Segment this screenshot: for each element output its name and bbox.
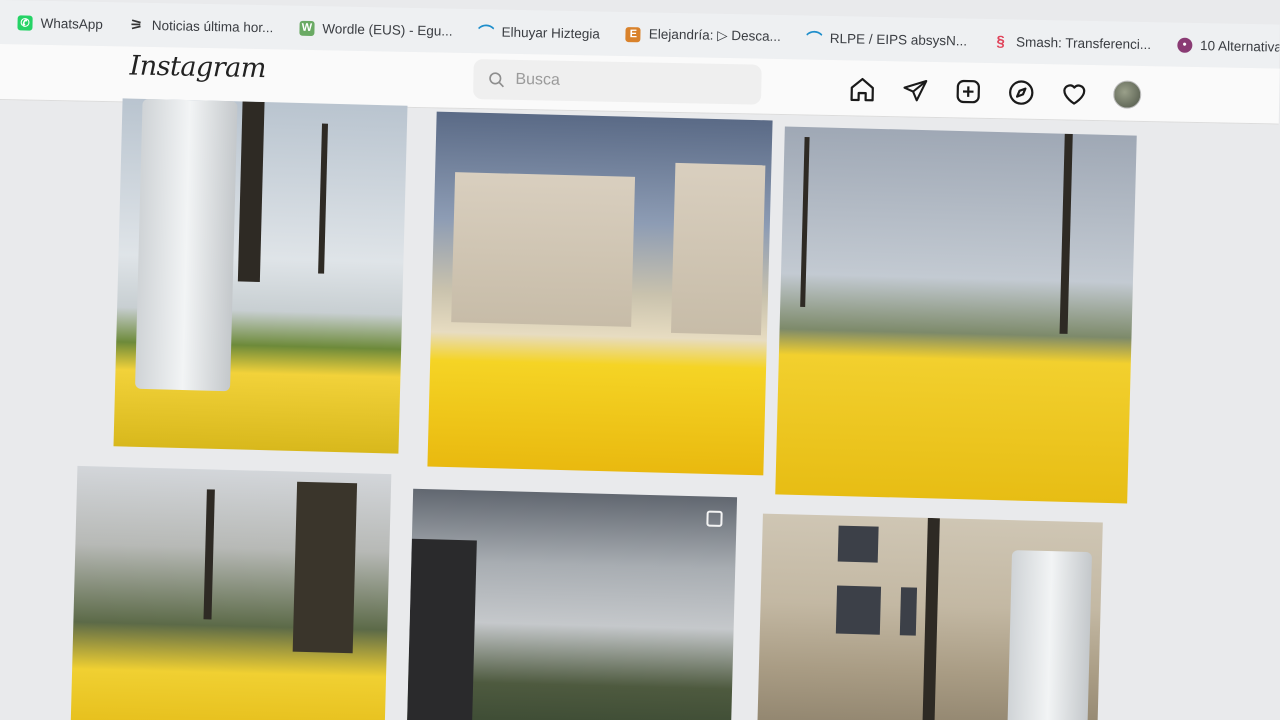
bookmark-whatsapp[interactable]: ✆ WhatsApp — [5, 8, 117, 38]
pin-icon: • — [1176, 37, 1193, 53]
bookmark-label: Elejandría: ▷ Desca... — [648, 26, 781, 44]
explore-icon — [1009, 80, 1034, 105]
bookmark-label: RLPE / EIPS absysN... — [829, 30, 968, 49]
smash-icon: § — [996, 32, 1005, 50]
explore-button[interactable] — [1006, 77, 1037, 108]
post-thumbnail[interactable] — [775, 126, 1137, 504]
fountain-statue — [135, 98, 238, 392]
fountain-statue — [1006, 550, 1093, 720]
send-icon — [903, 80, 928, 102]
search-icon — [489, 72, 504, 88]
building — [670, 162, 766, 336]
bookmark-noticias[interactable]: ⚞ Noticias última hor... — [117, 10, 288, 41]
statue-silhouette — [406, 538, 477, 720]
post-thumbnail[interactable] — [113, 98, 408, 454]
nav-icons — [847, 74, 1143, 110]
search-input[interactable] — [515, 70, 736, 94]
bookmark-smash[interactable]: § Smash: Transferenci... — [981, 27, 1166, 59]
direct-button[interactable] — [900, 75, 931, 106]
bookmark-label: Noticias última hor... — [151, 17, 274, 35]
heart-icon — [1063, 84, 1086, 105]
new-post-button[interactable] — [953, 76, 984, 107]
avatar — [1112, 80, 1142, 109]
post-thumbnail[interactable] — [406, 488, 738, 720]
bookmark-label: Smash: Transferenci... — [1015, 34, 1152, 52]
tree-trunk — [922, 517, 940, 720]
home-button[interactable] — [847, 74, 878, 105]
tree-trunk — [1059, 133, 1073, 334]
multiple-posts-icon — [706, 510, 723, 527]
tree-trunk — [203, 489, 215, 620]
bookmark-wordle[interactable]: W Wordle (EUS) - Egu... — [287, 14, 467, 45]
bookmark-label: WhatsApp — [40, 15, 103, 32]
bookmark-label: 10 Alternativas A Vi... — [1199, 37, 1280, 55]
search-box[interactable] — [473, 59, 762, 105]
book-icon: E — [625, 26, 642, 42]
building-window — [837, 525, 879, 563]
whatsapp-icon: ✆ — [17, 14, 33, 31]
post-thumbnail[interactable] — [757, 513, 1103, 720]
profile-button[interactable] — [1112, 79, 1143, 110]
bookmark-rlpe[interactable]: ⌒ RLPE / EIPS absysN... — [795, 23, 982, 55]
new-post-icon — [956, 79, 980, 104]
tree-trunk — [237, 101, 265, 282]
post-thumbnail[interactable] — [70, 465, 392, 720]
home-icon — [850, 77, 874, 102]
arc-icon: ⌒ — [477, 25, 495, 43]
bookmark-elejandria[interactable]: E Elejandría: ▷ Desca... — [614, 20, 795, 51]
bookmark-elhuyar[interactable]: ⌒ Elhuyar Hiztegia — [466, 17, 614, 48]
rss-icon: ⚞ — [129, 16, 143, 33]
tree-trunk — [800, 136, 810, 308]
building-window — [835, 585, 882, 635]
bookmark-label: Wordle (EUS) - Egu... — [322, 20, 453, 39]
bookmark-label: Elhuyar Hiztegia — [501, 24, 601, 42]
tree-trunk — [292, 481, 358, 654]
instagram-logo[interactable]: Instagram — [129, 50, 266, 84]
bookmark-alternativas[interactable]: • 10 Alternativas A Vi... — [1165, 30, 1280, 61]
arc-icon: ⌒ — [806, 31, 823, 49]
activity-button[interactable] — [1059, 78, 1090, 109]
tree-trunk — [318, 123, 329, 274]
building — [451, 172, 636, 327]
post-thumbnail[interactable] — [427, 111, 773, 476]
wordle-icon: W — [299, 20, 315, 36]
building-window — [899, 587, 918, 636]
